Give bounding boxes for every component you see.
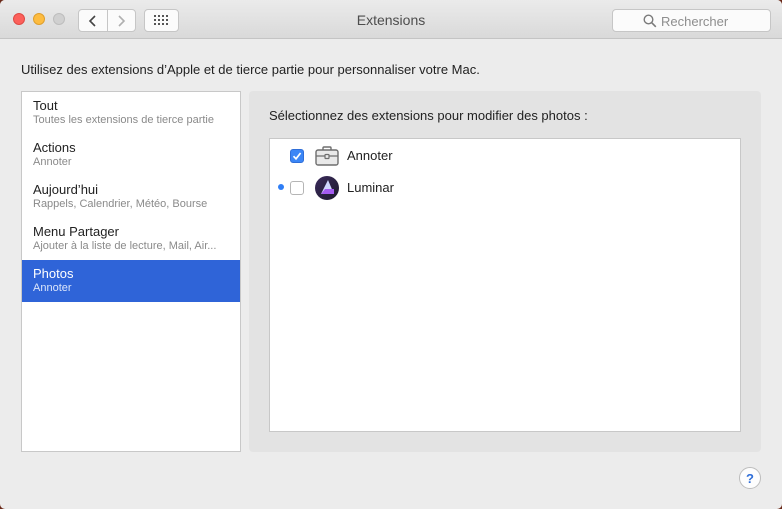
sidebar-item-subtitle: Annoter xyxy=(33,282,72,294)
toolbox-icon xyxy=(315,146,339,166)
sidebar-item-actions[interactable]: Actions Annoter xyxy=(22,134,240,176)
sidebar-item-label: Tout xyxy=(33,98,58,113)
extension-row-annoter: Annoter xyxy=(270,141,740,171)
new-extension-indicator xyxy=(278,184,284,190)
search-field[interactable] xyxy=(612,9,771,32)
sidebar-item-label: Menu Partager xyxy=(33,224,119,239)
description-text: Utilisez des extensions d’Apple et de ti… xyxy=(21,62,480,77)
sidebar-item-menu-partager[interactable]: Menu Partager Ajouter à la liste de lect… xyxy=(22,218,240,260)
sidebar-item-photos[interactable]: Photos Annoter xyxy=(22,260,240,302)
extensions-panel: Sélectionnez des extensions pour modifie… xyxy=(249,91,761,452)
luminar-icon xyxy=(315,176,339,200)
search-icon xyxy=(643,14,657,28)
sidebar-item-label: Actions xyxy=(33,140,76,155)
extension-name: Luminar xyxy=(347,180,394,195)
sidebar-item-subtitle: Ajouter à la liste de lecture, Mail, Air… xyxy=(33,240,217,252)
sidebar-item-subtitle: Rappels, Calendrier, Météo, Bourse xyxy=(33,198,208,210)
extension-row-luminar: Luminar xyxy=(270,173,740,203)
checkmark-icon xyxy=(292,152,302,161)
extension-name: Annoter xyxy=(347,148,393,163)
sidebar-item-subtitle: Toutes les extensions de tierce partie xyxy=(33,114,214,126)
help-button[interactable]: ? xyxy=(739,467,761,489)
sidebar-item-subtitle: Annoter xyxy=(33,156,72,168)
search-input[interactable] xyxy=(661,12,765,30)
preferences-window: Extensions Utilisez des extensions d’App… xyxy=(0,0,782,509)
extension-checkbox-luminar[interactable] xyxy=(290,181,304,195)
extension-category-list: Tout Toutes les extensions de tierce par… xyxy=(21,91,241,452)
sidebar-item-label: Photos xyxy=(33,266,74,281)
extension-checkbox-annoter[interactable] xyxy=(290,149,304,163)
title-bar: Extensions xyxy=(0,0,782,39)
sidebar-item-aujourdhui[interactable]: Aujourd’hui Rappels, Calendrier, Météo, … xyxy=(22,176,240,218)
panel-heading: Sélectionnez des extensions pour modifie… xyxy=(269,108,588,123)
extension-list: Annoter Luminar xyxy=(269,138,741,432)
sidebar-item-tout[interactable]: Tout Toutes les extensions de tierce par… xyxy=(22,92,240,134)
sidebar-item-label: Aujourd’hui xyxy=(33,182,99,197)
